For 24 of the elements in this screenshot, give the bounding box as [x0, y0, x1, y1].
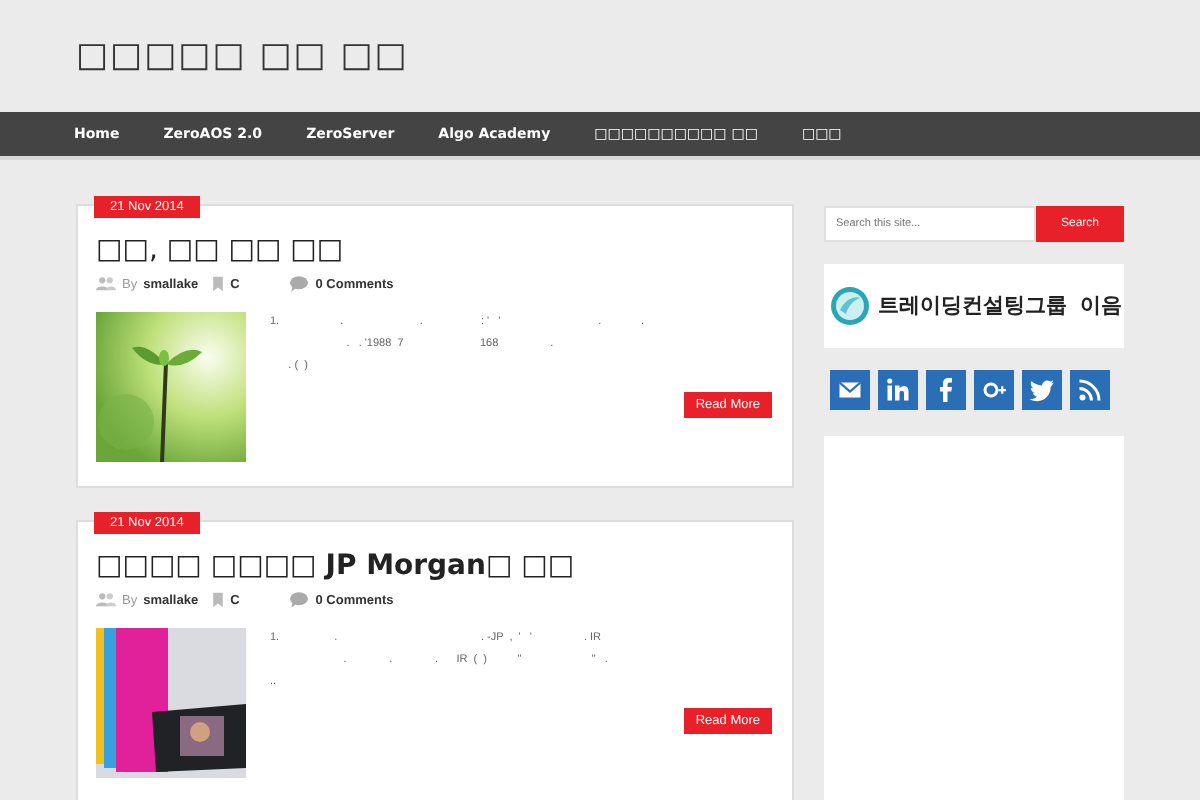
- bookmark-icon: [212, 276, 225, 292]
- linkedin-button[interactable]: [878, 370, 918, 410]
- facebook-button[interactable]: [926, 370, 966, 410]
- banner[interactable]: 트레이딩컨설팅그룹 이음: [824, 264, 1124, 348]
- twitter-button[interactable]: [1022, 370, 1062, 410]
- globe-logo-icon: [830, 286, 870, 326]
- google-plus-icon: [982, 378, 1006, 402]
- post-title[interactable]: □□, □□ □□ □□: [96, 234, 772, 266]
- linkedin-icon: [886, 378, 910, 402]
- mail-button[interactable]: [830, 370, 870, 410]
- google-plus-button[interactable]: [974, 370, 1014, 410]
- rss-button[interactable]: [1070, 370, 1110, 410]
- users-icon: [96, 592, 116, 608]
- bookmark-icon: [212, 592, 225, 608]
- facebook-icon: [934, 378, 958, 402]
- comment-icon: [289, 592, 308, 608]
- rss-icon: [1078, 378, 1102, 402]
- post-title[interactable]: □□□□ □□□□ JP Morgan□ □□: [96, 550, 772, 582]
- users-icon: [96, 276, 116, 292]
- envelope-icon: [838, 378, 862, 402]
- banner-text: 트레이딩컨설팅그룹 이음: [878, 292, 1122, 320]
- bird-icon: [1030, 378, 1054, 402]
- comment-icon: [289, 276, 308, 292]
- site-title[interactable]: □□□□□ □□ □□: [76, 36, 409, 76]
